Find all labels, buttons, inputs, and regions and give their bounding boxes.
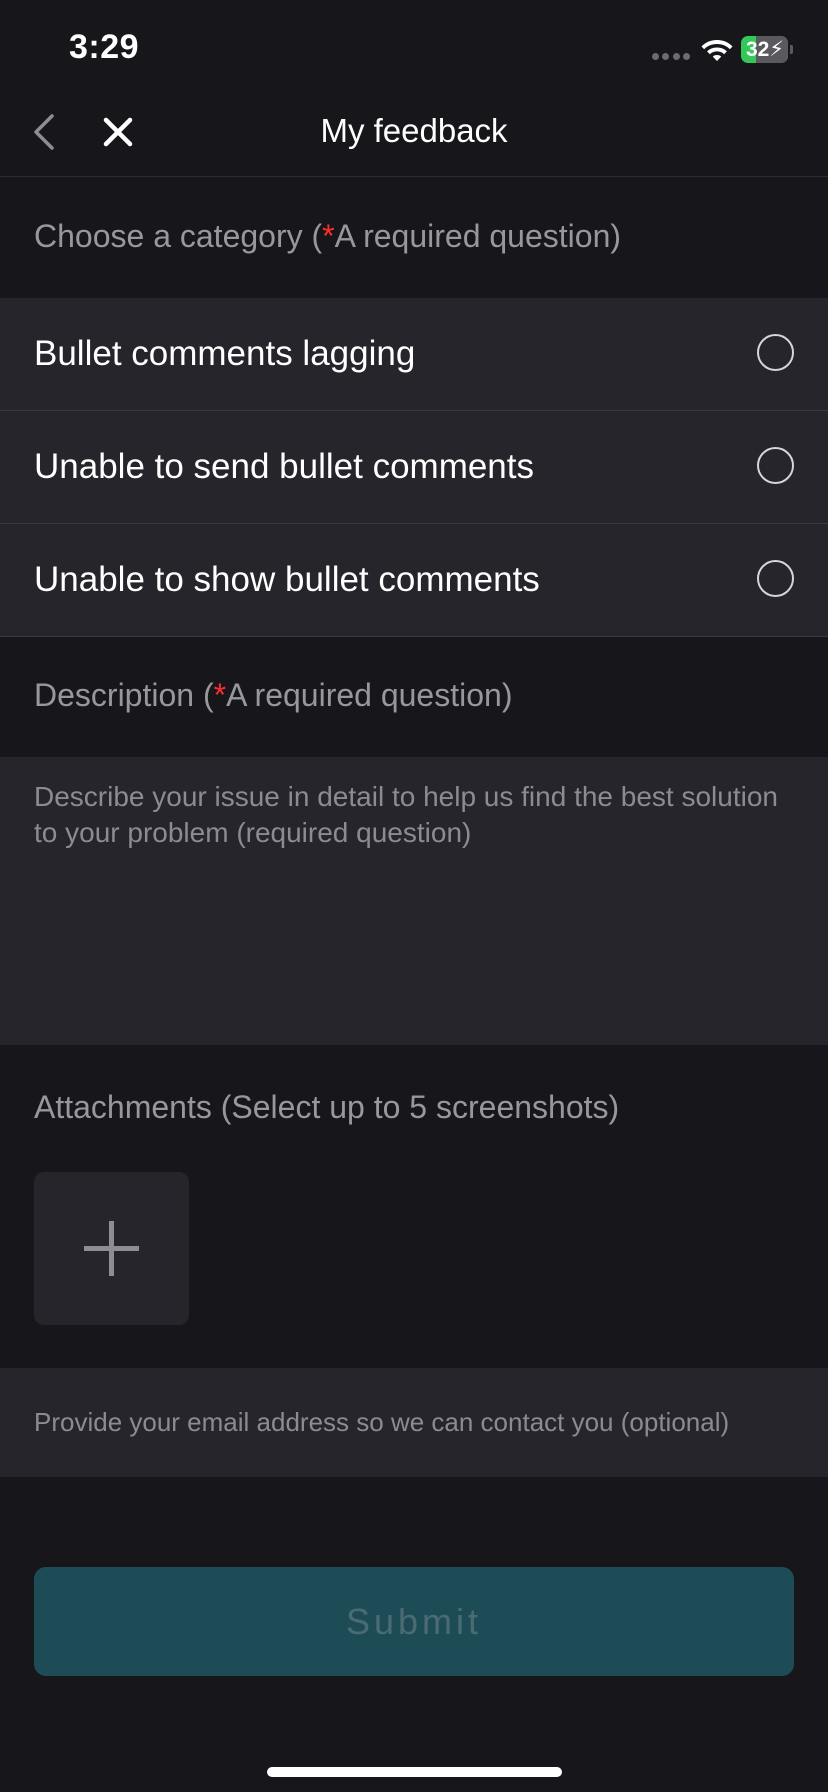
plus-icon — [84, 1221, 139, 1276]
required-star: * — [322, 218, 335, 254]
radio-button[interactable] — [757, 560, 794, 597]
home-indicator — [267, 1767, 562, 1777]
category-label: Choose a category (*A required question) — [34, 218, 622, 254]
radio-button[interactable] — [757, 334, 794, 371]
battery-charging-icon: 32⚡ — [741, 36, 793, 63]
battery-level: 32⚡ — [745, 38, 785, 61]
status-time: 3:29 — [69, 28, 140, 66]
add-attachment-button[interactable] — [34, 1172, 189, 1325]
option-label: Unable to send bullet comments — [34, 447, 534, 486]
email-box — [0, 1368, 828, 1477]
option-label: Bullet comments lagging — [34, 334, 416, 373]
category-option-lagging[interactable]: Bullet comments lagging — [0, 298, 828, 411]
option-label: Unable to show bullet comments — [34, 560, 540, 599]
wifi-icon — [701, 40, 733, 61]
description-field[interactable] — [34, 779, 794, 1019]
category-options: Bullet comments lagging Unable to send b… — [0, 298, 828, 637]
attachments-label: Attachments (Select up to 5 screenshots) — [34, 1089, 620, 1125]
nav-bar: My feedback — [0, 100, 828, 177]
email-field[interactable] — [34, 1368, 814, 1477]
status-bar: 3:29 32⚡ — [0, 0, 828, 100]
radio-button[interactable] — [757, 447, 794, 484]
submit-button[interactable]: Submit — [34, 1567, 794, 1676]
required-star: * — [213, 677, 227, 713]
signal-dots-icon — [652, 53, 690, 61]
page-title: My feedback — [320, 112, 508, 149]
category-option-unable-to-send[interactable]: Unable to send bullet comments — [0, 411, 828, 524]
description-box — [0, 757, 828, 1045]
category-option-unable-to-show[interactable]: Unable to show bullet comments — [0, 524, 828, 637]
description-label: Description (*A required question) — [34, 677, 513, 713]
